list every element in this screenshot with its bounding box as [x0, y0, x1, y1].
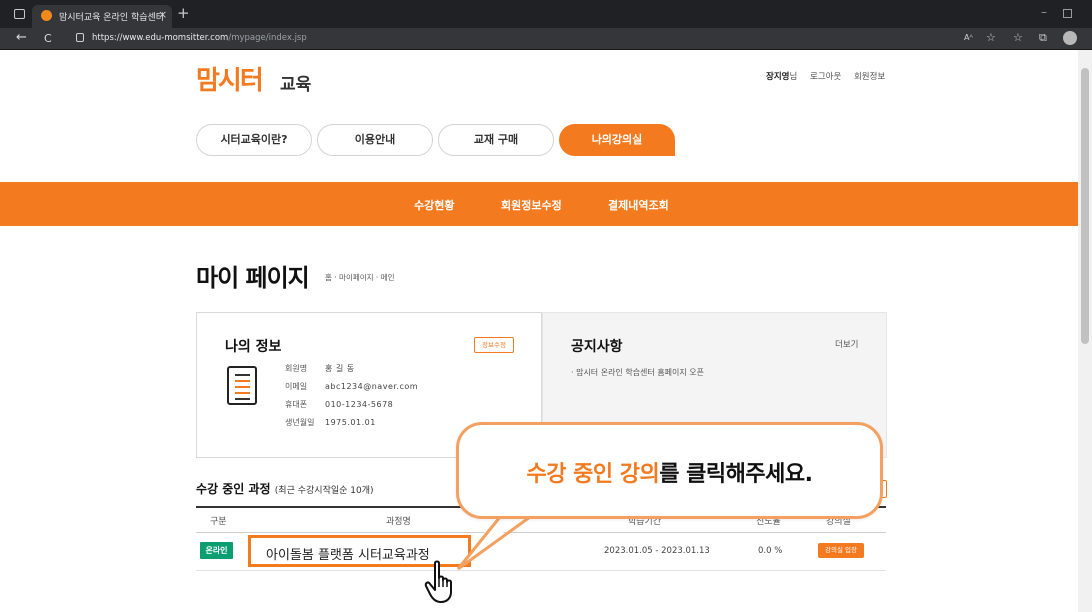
info-label: 회원명 [285, 364, 308, 373]
collections-icon[interactable]: ⧉ [1039, 31, 1047, 45]
course-progress: 0.0 % [758, 546, 783, 556]
browser-address-bar: ← C https://www.edu-momsitter.com/mypage… [0, 28, 1092, 50]
info-row-phone: 휴대폰 010-1234-5678 [285, 399, 393, 410]
subnav-edit-member-info[interactable]: 회원정보수정 [501, 197, 562, 213]
user-honorific: 님 [789, 72, 798, 82]
menu-buy-textbook[interactable]: 교재 구매 [438, 124, 554, 156]
browser-tab[interactable]: 맘시터교육 온라인 학습센터 × [32, 5, 172, 28]
info-value: 010-1234-5678 [325, 400, 394, 409]
menu-sitter-education[interactable]: 시터교육이란? [196, 124, 312, 156]
logo-main-text: 맘시터 [196, 66, 264, 96]
lock-icon[interactable] [76, 33, 84, 42]
favorite-star-icon[interactable]: ☆ [986, 31, 996, 44]
back-arrow-icon[interactable]: ← [16, 30, 27, 46]
url-field[interactable]: https://www.edu-momsitter.com/mypage/ind… [92, 33, 307, 43]
notice-title: 공지사항 [571, 339, 623, 355]
web-page: 맘시터 교육 장지영님 로그아웃 회원정보 시터교육이란? 이용안내 교재 구매… [0, 50, 1078, 612]
callout-highlight: 수강 중인 강의 [526, 462, 660, 487]
logout-link[interactable]: 로그아웃 [810, 72, 841, 82]
course-section-title: 수강 중인 과정 (최근 수강시작일순 10개) [196, 480, 374, 497]
edit-info-button[interactable]: 정보수정 [474, 337, 514, 353]
user-menu: 장지영님 로그아웃 회원정보 [766, 70, 885, 82]
scrollbar-thumb[interactable] [1081, 68, 1089, 344]
instruction-callout: 수강 중인 강의를 클릭해주세요. [456, 422, 883, 519]
new-tab-icon[interactable]: + [177, 4, 190, 22]
window-maximize-icon[interactable] [1063, 9, 1072, 18]
course-section-heading: 수강 중인 과정 [196, 482, 271, 496]
url-path: /mypage/index.jsp [228, 33, 307, 43]
browser-tab-bar: 맘시터교육 온라인 학습센터 × + – [0, 0, 1092, 28]
reload-icon[interactable]: C [44, 31, 52, 47]
read-aloud-icon[interactable]: Aᴬ [964, 33, 973, 42]
course-section-subtitle: (최근 수강시작일순 10개) [274, 486, 374, 496]
tab-title: 맘시터교육 온라인 학습센터 [59, 13, 165, 23]
course-type-badge: 온라인 [200, 542, 233, 559]
user-name: 장지영 [766, 72, 790, 82]
window-menu-icon[interactable] [14, 9, 25, 19]
subnav-enrollment-status[interactable]: 수강현황 [414, 197, 454, 213]
site-logo[interactable]: 맘시터 교육 [196, 60, 326, 96]
tab-close-icon[interactable]: × [158, 8, 167, 21]
callout-text: 수강 중인 강의를 클릭해주세요. [459, 456, 880, 488]
course-name[interactable]: 아이돌봄 플랫폼 시터교육과정 [266, 544, 430, 563]
col-header-type: 구분 [210, 517, 227, 527]
url-domain: https://www.edu-momsitter.com [92, 33, 229, 43]
member-info-link[interactable]: 회원정보 [854, 72, 885, 82]
info-value: 1975.01.01 [325, 418, 376, 427]
notice-item[interactable]: · 맘시터 온라인 학습센터 홈페이지 오픈 [571, 367, 704, 378]
info-label: 이메일 [285, 382, 308, 391]
info-label: 생년월일 [285, 418, 315, 427]
course-period: 2023.01.05 - 2023.01.13 [604, 546, 710, 556]
site-favicon-icon [41, 10, 52, 21]
callout-rest: 를 클릭해주세요. [659, 462, 813, 487]
document-icon [227, 366, 257, 405]
info-row-birthdate: 생년월일 1975.01.01 [285, 417, 376, 428]
callout-tail [456, 511, 531, 571]
profile-avatar[interactable] [1063, 31, 1077, 45]
col-header-course: 과정명 [386, 517, 411, 527]
browser-window: 맘시터교육 온라인 학습센터 × + – ← C https://www.edu… [0, 0, 1092, 612]
menu-my-classroom[interactable]: 나의강의실 [559, 124, 675, 156]
info-label: 휴대폰 [285, 400, 308, 409]
menu-usage-guide[interactable]: 이용안내 [317, 124, 433, 156]
notice-more-link[interactable]: 더보기 [835, 338, 858, 350]
info-value: 홍 길 동 [325, 364, 355, 373]
hand-pointer-icon [424, 560, 452, 603]
info-row-name: 회원명 홍 길 동 [285, 363, 355, 374]
page-scrollbar[interactable] [1078, 50, 1092, 612]
enter-classroom-button[interactable]: 강의실 입장 [818, 543, 864, 558]
favorites-list-icon[interactable]: ☆ [1013, 31, 1023, 44]
sub-navigation-bar: 수강현황 회원정보수정 결제내역조회 [0, 182, 1078, 226]
page-title: 마이 페이지 [196, 264, 310, 292]
logo-sub-text: 교육 [280, 75, 312, 95]
info-value: abc1234@naver.com [325, 382, 419, 391]
my-info-title: 나의 정보 [225, 339, 282, 355]
subnav-payment-history[interactable]: 결제내역조회 [608, 197, 669, 213]
info-row-email: 이메일 abc1234@naver.com [285, 381, 418, 392]
window-minimize-icon[interactable]: – [1041, 5, 1047, 19]
breadcrumb: 홈 · 마이페이지 · 메인 [325, 273, 395, 282]
